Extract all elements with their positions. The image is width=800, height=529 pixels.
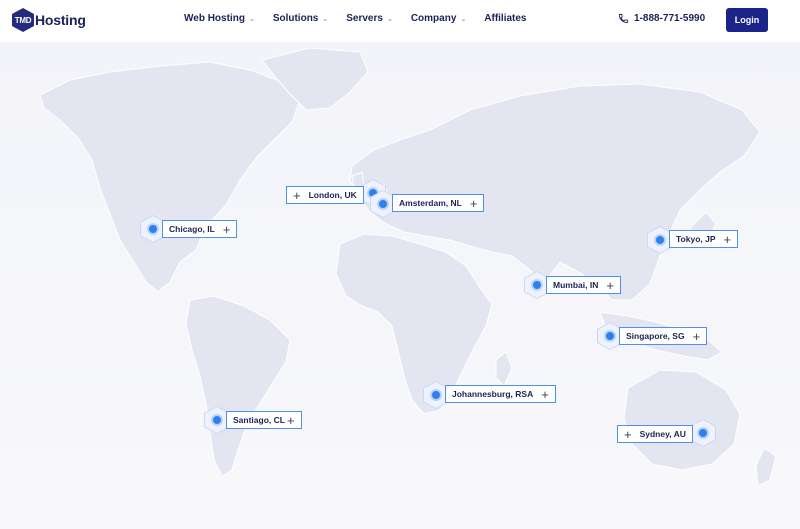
plus-icon: + (222, 221, 231, 237)
chevron-down-icon: ⌄ (248, 15, 255, 23)
chevron-down-icon: ⌄ (386, 15, 393, 23)
chevron-down-icon: ⌄ (460, 15, 467, 23)
location-dot-icon (533, 281, 541, 289)
location-dot-icon (149, 225, 157, 233)
location-name: Chicago, IL (169, 224, 215, 234)
nav-item-solutions[interactable]: Solutions ⌄ (273, 13, 328, 24)
location-label[interactable]: Santiago, CL + (226, 411, 302, 429)
world-map-graphic (39, 47, 777, 487)
location-name: Amsterdam, NL (399, 198, 462, 208)
location-label[interactable]: Amsterdam, NL + (392, 194, 485, 212)
location-label[interactable]: Singapore, SG + (619, 327, 708, 345)
login-button[interactable]: Login (726, 8, 768, 32)
nav-item-servers[interactable]: Servers ⌄ (346, 13, 393, 24)
location-name: Johannesburg, RSA (452, 389, 534, 399)
plus-icon: + (293, 187, 301, 203)
nav-item-label: Affiliates (484, 13, 527, 24)
nav-item-label: Web Hosting (184, 13, 245, 24)
plus-icon: + (541, 386, 549, 402)
plus-icon: + (723, 231, 732, 247)
nav-item-web-hosting[interactable]: Web Hosting ⌄ (184, 13, 255, 24)
location-label[interactable]: Johannesburg, RSA + (445, 385, 556, 403)
location-dot-icon (606, 332, 614, 340)
location-name: London, UK (308, 190, 357, 200)
plus-icon: + (692, 328, 701, 344)
nav-item-company[interactable]: Company ⌄ (411, 13, 466, 24)
nav-item-affiliates[interactable]: Affiliates (484, 13, 526, 24)
plus-icon: + (606, 277, 614, 293)
phone-icon (618, 13, 629, 24)
main-nav: Web Hosting ⌄ Solutions ⌄ Servers ⌄ Comp… (184, 13, 545, 24)
nav-item-label: Servers (346, 13, 383, 24)
location-label[interactable]: Tokyo, JP + (669, 230, 739, 248)
location-name: Santiago, CL (233, 415, 285, 425)
logo[interactable]: TMD Hosting (12, 8, 86, 32)
chevron-down-icon: ⌄ (322, 15, 329, 23)
location-dot-icon (432, 391, 440, 399)
logo-badge: TMD (12, 8, 34, 32)
location-label[interactable]: Mumbai, IN + (546, 276, 621, 294)
phone-link[interactable]: 1-888-771-5990 (618, 13, 705, 24)
location-label[interactable]: + London, UK (286, 186, 364, 204)
location-dot-icon (699, 429, 707, 437)
location-dot-icon (379, 200, 387, 208)
location-name: Mumbai, IN (553, 280, 599, 290)
plus-icon: + (286, 412, 295, 428)
site-header: TMD Hosting Web Hosting ⌄ Solutions ⌄ Se… (0, 0, 800, 42)
location-name: Singapore, SG (626, 331, 685, 341)
location-label[interactable]: Chicago, IL + (162, 220, 238, 238)
location-dot-icon (656, 236, 664, 244)
plus-icon: + (624, 426, 632, 442)
phone-number: 1-888-771-5990 (634, 13, 706, 24)
plus-icon: + (469, 195, 478, 211)
nav-item-label: Solutions (272, 13, 319, 24)
location-name: Sydney, AU (639, 429, 686, 439)
nav-item-label: Company (410, 13, 457, 24)
location-label[interactable]: + Sydney, AU (617, 425, 693, 443)
location-dot-icon (213, 416, 221, 424)
location-name: Tokyo, JP (676, 234, 716, 244)
world-map: + London, UK Amsterdam, NL + Chicago, IL… (0, 42, 800, 529)
logo-text: Hosting (35, 12, 86, 28)
